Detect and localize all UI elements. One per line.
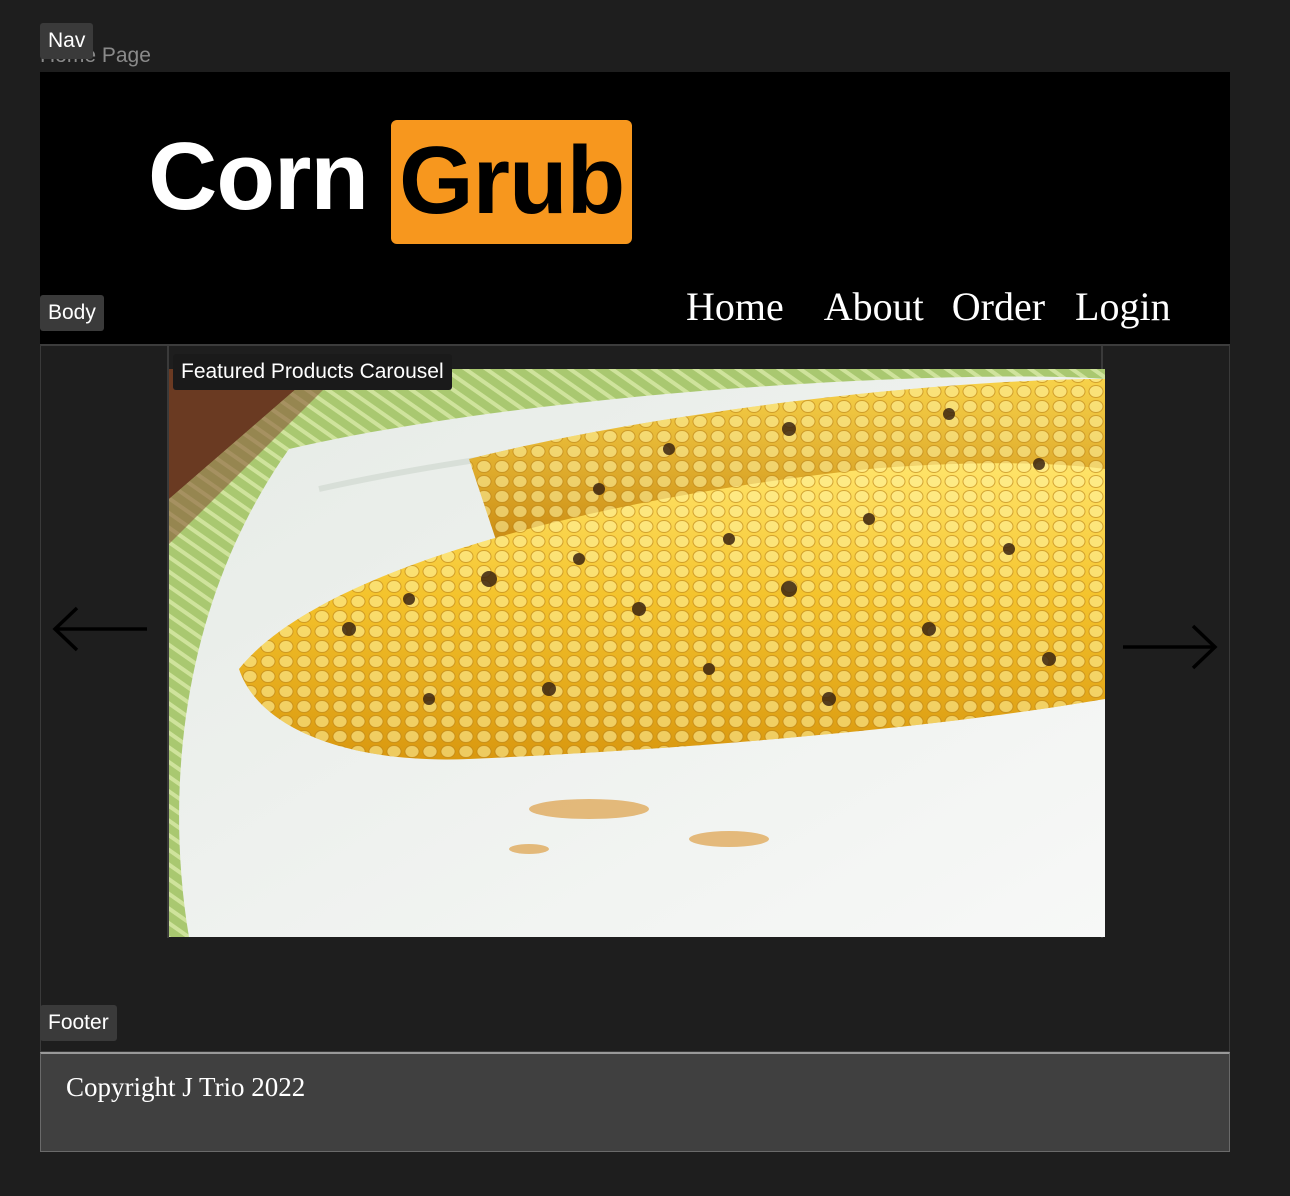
nav-section-tag: Nav	[40, 23, 94, 59]
logo-grub-badge: Grub	[391, 120, 632, 244]
menu-item-about[interactable]: About	[824, 282, 924, 332]
arrow-right-icon	[1123, 624, 1218, 670]
navigation-bar: Corn Grub Home About Order Login	[40, 72, 1230, 344]
carousel-prev-button[interactable]	[51, 604, 151, 654]
footer-section-tag: Footer	[40, 1005, 117, 1041]
logo-text-grub: Grub	[399, 127, 625, 234]
main-menu: Home About Order Login	[686, 282, 1171, 332]
featured-products-carousel	[167, 346, 1105, 938]
body-section: Featured Products Carousel	[40, 344, 1230, 1052]
menu-item-home[interactable]: Home	[686, 282, 784, 332]
arrow-left-icon	[52, 606, 147, 652]
body-section-tag: Body	[40, 295, 104, 331]
menu-item-login[interactable]: Login	[1075, 282, 1171, 332]
menu-item-order[interactable]: Order	[952, 282, 1045, 332]
carousel-section-tag: Featured Products Carousel	[173, 354, 452, 390]
footer: Copyright J Trio 2022	[40, 1052, 1230, 1152]
carousel-next-button[interactable]	[1121, 622, 1221, 672]
grilled-corn-image[interactable]	[169, 369, 1105, 937]
logo-text-corn: Corn	[148, 123, 369, 230]
copyright-text: Copyright J Trio 2022	[66, 1072, 306, 1102]
